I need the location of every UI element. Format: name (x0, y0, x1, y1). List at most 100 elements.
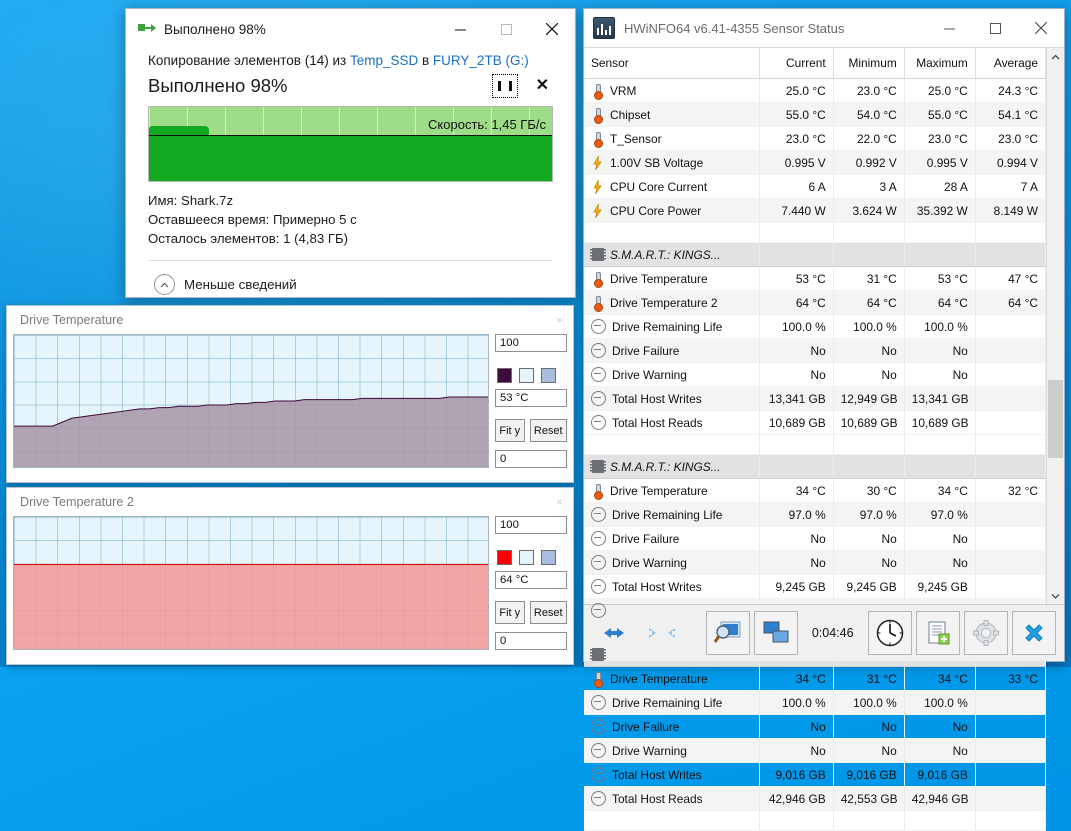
sensor-average-value (975, 386, 1046, 411)
scroll-up-arrow-icon[interactable] (1047, 48, 1064, 65)
sensor-current-value: 100.0 % (759, 314, 834, 339)
sensor-group-row[interactable]: S.M.A.R.T.: KINGS... (584, 242, 1046, 267)
thermometer-icon (591, 83, 604, 100)
table-row[interactable]: CPU Core Current 6 A3 A 28 A7 A (584, 174, 1046, 199)
table-row[interactable]: Chipset 55.0 °C 54.0 °C 55.0 °C 54.1 °C (584, 102, 1046, 127)
swatch-bg-color[interactable] (519, 368, 534, 383)
less-details-button[interactable]: Меньше сведений (148, 261, 553, 296)
copy-name-label: Имя: (148, 193, 178, 208)
graph-panel-1-max-field[interactable]: 100 (495, 334, 567, 352)
table-row[interactable]: CPU Core Power 7.440 W 3.624 W 35.392 W 8.14… (584, 198, 1046, 223)
sensor-minimum-value: 3.624 W (833, 198, 905, 223)
hwinfo-close-button[interactable] (1018, 8, 1064, 48)
status-circle-icon (591, 391, 606, 406)
close-app-button[interactable] (1011, 611, 1056, 655)
table-row[interactable]: Drive Remaining Life 97.0 % 97.0 % 97.0 % (584, 502, 1046, 527)
sensor-table-scrollbar[interactable] (1045, 48, 1064, 604)
cancel-copy-button[interactable]: ✕ (532, 78, 553, 94)
collapse-all-button[interactable] (640, 611, 684, 655)
table-row[interactable]: Drive Warning No No No (584, 362, 1046, 387)
copy-operation-prefix: Копирование элементов (14) из (148, 53, 350, 68)
column-header-average[interactable]: Average (975, 48, 1046, 79)
graph-panel-1-min-field[interactable]: 0 (495, 450, 567, 468)
table-row[interactable]: Drive Remaining Life 100.0 % 100.0 % 100.0 … (584, 690, 1046, 715)
table-row[interactable]: 1.00V SB Voltage 0.995 V 0.992 V 0.995 V 0.9… (584, 150, 1046, 175)
lightning-icon (591, 179, 604, 194)
hwinfo-minimize-button[interactable] (926, 8, 972, 48)
sensor-group-row[interactable]: S.M.A.R.T.: KINGS... (584, 454, 1046, 479)
graph-panel-1-header[interactable]: Drive Temperature × (7, 306, 573, 334)
table-row[interactable]: Total Host Writes 9,016 GB 9,016 GB 9,016 G… (584, 762, 1046, 787)
sensor-maximum-value: 55.0 °C (904, 102, 976, 127)
graph-panel-1-reset-button[interactable]: Reset (529, 419, 567, 442)
thermometer-icon (591, 671, 604, 688)
scrollbar-thumb[interactable] (1047, 380, 1063, 458)
copy-dialog-maximize-button[interactable] (483, 9, 529, 49)
remote-monitoring-button[interactable] (753, 611, 798, 655)
table-row[interactable]: Total Host Writes 9,245 GB 9,245 GB 9,245 G… (584, 574, 1046, 599)
table-row[interactable]: Drive Warning No No No (584, 738, 1046, 763)
graph-panel-2-close-icon[interactable]: × (556, 495, 563, 509)
copy-source-link[interactable]: Temp_SSD (350, 53, 418, 68)
interval-clock-button[interactable] (867, 611, 912, 655)
swatch-grid-color[interactable] (541, 368, 556, 383)
sensor-minimum-value: No (833, 738, 905, 763)
sensor-current-value: No (759, 362, 834, 387)
table-row[interactable]: Drive Temperature 2 64 °C 64 °C 64 °C 64 °C (584, 290, 1046, 315)
table-row[interactable]: T_Sensor 23.0 °C 22.0 °C 23.0 °C 23.0 °C (584, 126, 1046, 151)
configure-sensors-button[interactable] (963, 611, 1008, 655)
sensor-maximum-value: No (904, 738, 976, 763)
table-row[interactable]: Drive Temperature 53 °C 31 °C 53 °C 47 °C (584, 266, 1046, 291)
pause-button[interactable] (491, 74, 518, 98)
table-row[interactable]: VRM 25.0 °C 23.0 °C 25.0 °C 24.3 °C (584, 78, 1046, 103)
table-row[interactable]: Drive Failure No No No (584, 338, 1046, 363)
copy-dialog-close-button[interactable] (529, 9, 575, 49)
sensor-current-value: 23.0 °C (759, 126, 834, 151)
graph-panel-2-min-field[interactable]: 0 (495, 632, 567, 650)
sensor-minimum-value: 9,016 GB (833, 762, 905, 787)
sensor-name: Drive Failure (612, 531, 680, 546)
column-header-minimum[interactable]: Minimum (833, 48, 905, 79)
drive-icon (590, 648, 606, 661)
swatch-line-color[interactable] (497, 368, 512, 383)
graph-panel-1-close-icon[interactable]: × (556, 313, 563, 327)
sensor-minimum-value: 10,689 GB (833, 410, 905, 435)
graph-panel-2-reset-button[interactable]: Reset (529, 601, 567, 624)
column-header-current[interactable]: Current (759, 48, 834, 79)
scroll-down-arrow-icon[interactable] (1047, 587, 1064, 604)
create-report-button[interactable] (915, 611, 960, 655)
graph-panel-1-swatches (497, 368, 567, 383)
column-header-sensor[interactable]: Sensor (584, 48, 760, 79)
graph-panel-2-header[interactable]: Drive Temperature 2 × (7, 488, 573, 516)
elapsed-time-label: 0:04:46 (811, 626, 854, 640)
table-row[interactable]: Drive Failure No No No (584, 714, 1046, 739)
sensor-minimum-value: 12,949 GB (833, 386, 905, 411)
graph-panel-1-fit-y-button[interactable]: Fit y (495, 419, 525, 442)
graph-panel-2-fit-y-button[interactable]: Fit y (495, 601, 525, 624)
hwinfo-titlebar[interactable]: HWiNFO64 v6.41-4355 Sensor Status (584, 9, 1064, 47)
sensor-minimum-value: 100.0 % (833, 690, 905, 715)
copy-dialog-minimize-button[interactable] (437, 9, 483, 49)
graph-panel-2-max-field[interactable]: 100 (495, 516, 567, 534)
sensor-minimum-value: 54.0 °C (833, 102, 905, 127)
table-row[interactable]: Drive Temperature 34 °C 30 °C 34 °C 32 °C (584, 478, 1046, 503)
hwinfo-title: HWiNFO64 v6.41-4355 Sensor Status (624, 20, 845, 36)
table-row[interactable]: Total Host Reads 10,689 GB 10,689 GB 10,689… (584, 410, 1046, 435)
table-row[interactable]: Drive Warning No No No (584, 550, 1046, 575)
column-header-maximum[interactable]: Maximum (904, 48, 976, 79)
table-row[interactable]: Drive Failure No No No (584, 526, 1046, 551)
swatch-bg-color[interactable] (519, 550, 534, 565)
hwinfo-maximize-button[interactable] (972, 8, 1018, 48)
table-row[interactable]: Drive Temperature 34 °C 31 °C 34 °C 33 °C (584, 666, 1046, 691)
swatch-line-color[interactable] (497, 550, 512, 565)
copy-destination-link[interactable]: FURY_2TB (G:) (433, 53, 529, 68)
swatch-grid-color[interactable] (541, 550, 556, 565)
copy-dialog-titlebar[interactable]: Выполнено 98% (126, 9, 575, 49)
table-row[interactable]: Drive Remaining Life 100.0 % 100.0 % 100.0 … (584, 314, 1046, 339)
sensor-maximum-value: 9,016 GB (904, 762, 976, 787)
table-row[interactable]: Total Host Writes 13,341 GB 12,949 GB 13,34… (584, 386, 1046, 411)
copy-speed-graph: Скорость: 1,45 ГБ/с (148, 106, 553, 182)
sensor-logging-button[interactable] (705, 611, 750, 655)
table-row[interactable]: Total Host Reads 42,946 GB 42,553 GB 42,946… (584, 786, 1046, 811)
status-circle-icon (591, 603, 606, 618)
